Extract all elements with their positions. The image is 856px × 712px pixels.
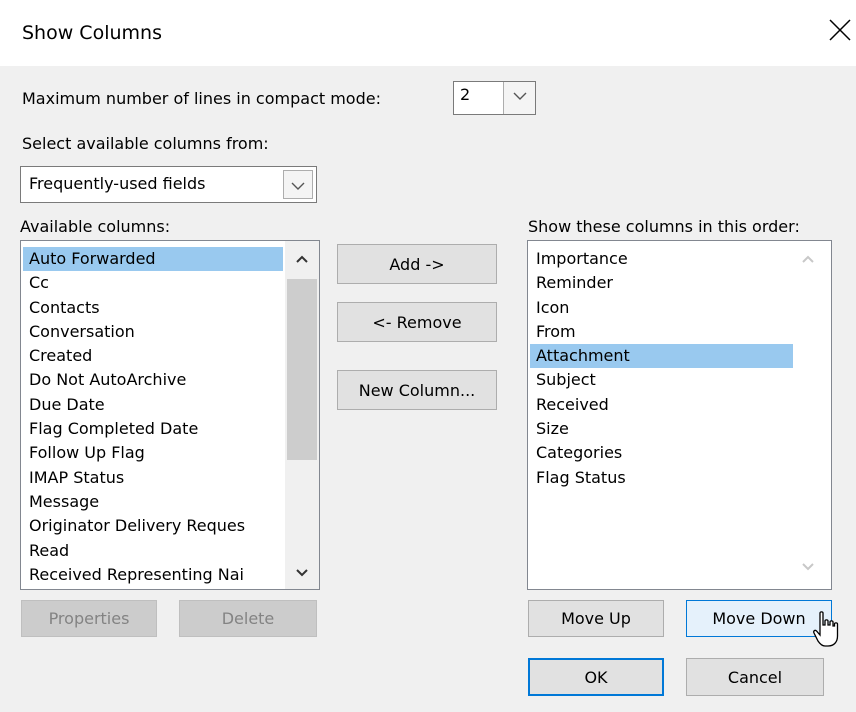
- list-item[interactable]: Flag Completed Date: [23, 417, 283, 441]
- list-item[interactable]: Reminder: [530, 271, 793, 295]
- list-item[interactable]: Size: [530, 417, 793, 441]
- cancel-button[interactable]: Cancel: [686, 658, 824, 696]
- compact-mode-dropdown-button[interactable]: [503, 82, 535, 114]
- scroll-down-icon: [802, 563, 814, 571]
- list-item[interactable]: Flag Status: [530, 466, 793, 490]
- chevron-down-icon: [513, 92, 527, 100]
- list-item[interactable]: Contacts: [23, 296, 283, 320]
- ok-button[interactable]: OK: [528, 658, 664, 696]
- scroll-up-icon[interactable]: [294, 251, 310, 267]
- list-item[interactable]: Created: [23, 344, 283, 368]
- available-columns-list[interactable]: Auto Forwarded Cc Contacts Conversation …: [20, 240, 320, 590]
- scroll-up-icon: [802, 255, 814, 263]
- list-item[interactable]: Do Not AutoArchive: [23, 368, 283, 392]
- list-item[interactable]: Importance: [530, 247, 793, 271]
- compact-mode-label: Maximum number of lines in compact mode:: [22, 89, 381, 108]
- list-item[interactable]: Conversation: [23, 320, 283, 344]
- list-item[interactable]: Icon: [530, 296, 793, 320]
- scrollbar-thumb[interactable]: [287, 279, 317, 460]
- remove-button[interactable]: <- Remove: [337, 302, 497, 342]
- list-item[interactable]: From: [530, 320, 793, 344]
- move-down-button[interactable]: Move Down: [686, 600, 832, 637]
- available-scrollbar[interactable]: [285, 241, 319, 589]
- list-item[interactable]: Auto Forwarded: [23, 247, 283, 272]
- list-item[interactable]: Subject: [530, 368, 793, 392]
- move-up-button[interactable]: Move Up: [528, 600, 664, 637]
- list-item[interactable]: Due Date: [23, 393, 283, 417]
- mouse-pointer-icon: [813, 611, 839, 647]
- dialog-titlebar: Show Columns: [0, 0, 856, 66]
- source-select[interactable]: Frequently-used fields: [20, 166, 317, 203]
- compact-mode-value: 2: [460, 85, 471, 104]
- list-item[interactable]: IMAP Status: [23, 466, 283, 490]
- shown-columns-label: Show these columns in this order:: [528, 217, 800, 236]
- list-item[interactable]: Received: [530, 393, 793, 417]
- list-item[interactable]: Categories: [530, 441, 793, 465]
- properties-button[interactable]: Properties: [21, 600, 157, 637]
- add-button[interactable]: Add ->: [337, 244, 497, 284]
- source-label: Select available columns from:: [22, 134, 269, 153]
- scroll-down-icon[interactable]: [294, 565, 310, 581]
- available-columns-label: Available columns:: [20, 217, 171, 236]
- list-item[interactable]: Attachment: [530, 344, 793, 369]
- list-item[interactable]: Read: [23, 539, 283, 563]
- dialog-title: Show Columns: [22, 22, 162, 44]
- list-item[interactable]: Cc: [23, 271, 283, 295]
- compact-mode-select[interactable]: 2: [453, 81, 536, 115]
- list-item[interactable]: Originator Delivery Reques: [23, 514, 283, 538]
- close-icon[interactable]: [826, 16, 854, 44]
- source-dropdown-button[interactable]: [283, 170, 313, 199]
- delete-button[interactable]: Delete: [179, 600, 317, 637]
- source-value: Frequently-used fields: [29, 174, 206, 193]
- list-item[interactable]: Follow Up Flag: [23, 441, 283, 465]
- list-item[interactable]: Message: [23, 490, 283, 514]
- shown-columns-list[interactable]: Importance Reminder Icon From Attachment…: [527, 240, 832, 590]
- new-column-button[interactable]: New Column...: [337, 370, 497, 410]
- chevron-down-icon: [291, 182, 305, 190]
- list-item[interactable]: Received Representing Nai: [23, 563, 283, 587]
